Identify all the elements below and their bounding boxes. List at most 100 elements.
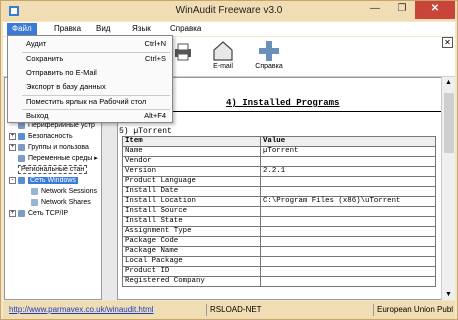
mdi-close-button[interactable]: ✕: [442, 37, 453, 48]
menu-item-audit[interactable]: Аудит Ctrl+N: [8, 37, 172, 51]
menu-item-label: Поместить ярлык на Рабочий стол: [26, 97, 147, 106]
cell-value: [260, 266, 436, 277]
menu-item-exit[interactable]: Выход Alt+F4: [8, 109, 172, 123]
help-label: Справка: [255, 63, 283, 70]
tree-item-label: Переменные среды: [28, 155, 93, 162]
close-button[interactable]: ✕: [415, 1, 455, 19]
table-row: Local Package: [122, 256, 436, 267]
status-bar: http://www.parmavex.co.uk/winaudit.html …: [3, 301, 455, 319]
minimize-button[interactable]: —: [362, 1, 388, 19]
table-row: Assignment Type: [122, 226, 436, 237]
cell-value: [260, 276, 436, 287]
menu-item-export-db[interactable]: Экспорт в базу данных: [8, 80, 172, 94]
cell-item: Install Date: [122, 186, 261, 197]
app-window: WinAudit Freeware v3.0 — ❐ ✕ Файл Правка…: [0, 0, 458, 320]
table-header-row: Item Value: [122, 136, 436, 147]
table-row: Install Location C:\Program Files (x86)\u…: [122, 196, 436, 207]
status-center: RSLOAD-NET: [206, 304, 262, 316]
table-row: Package Name: [122, 246, 436, 257]
expand-icon[interactable]: +: [9, 132, 16, 140]
shield-icon: [18, 132, 25, 140]
cell-item: Package Code: [122, 236, 261, 247]
plus-icon: [259, 41, 279, 61]
tree-item-label: Безопасность: [28, 133, 73, 140]
title-bar: WinAudit Freeware v3.0 — ❐ ✕: [1, 1, 457, 21]
email-button[interactable]: E-mail: [203, 39, 243, 75]
cell-value: C:\Program Files (x86)\uTorrent: [260, 196, 436, 207]
cell-value: [260, 246, 436, 257]
email-label: E-mail: [213, 63, 233, 70]
tree-item-label: Сеть TCP/IP: [28, 210, 69, 217]
menu-item-label: Выход: [26, 111, 49, 120]
menu-item-label: Аудит: [26, 39, 47, 48]
menu-item-label: Отправить по E-Mail: [26, 68, 97, 77]
expand-icon[interactable]: +: [9, 143, 16, 151]
cell-item: Product Language: [122, 176, 261, 187]
menu-item-label: Экспорт в базу данных: [26, 82, 106, 91]
menu-item-desktop-shortcut[interactable]: Поместить ярлык на Рабочий стол: [8, 95, 172, 109]
cell-item: Vendor: [122, 156, 261, 167]
maximize-button[interactable]: ❐: [389, 1, 415, 19]
cell-value: [260, 206, 436, 217]
cell-item: Install State: [122, 216, 261, 227]
table-row: Name µTorrent: [122, 146, 436, 157]
cell-item: Install Location: [122, 196, 261, 207]
users-icon: [18, 143, 25, 151]
network-icon: [18, 176, 25, 184]
cell-value: [260, 236, 436, 247]
table-row: Product ID: [122, 266, 436, 277]
table-row: Product Language: [122, 176, 436, 187]
scroll-up-icon[interactable]: ▲: [445, 79, 452, 86]
tree-item[interactable]: Network Sessions: [31, 186, 97, 197]
share-icon: [31, 198, 38, 206]
cell-value: µTorrent: [260, 146, 436, 157]
tcp-ip-icon: [18, 209, 25, 217]
menu-file[interactable]: Файл: [7, 23, 37, 35]
column-header-value: Value: [260, 136, 436, 147]
cell-item: Assignment Type: [122, 226, 261, 237]
tree-item[interactable]: Network Shares: [31, 197, 91, 208]
cell-item: Local Package: [122, 256, 261, 267]
tree-item[interactable]: Региональные стан: [9, 164, 88, 175]
tree-item[interactable]: + Группы и пользова: [9, 142, 89, 153]
cell-value: [260, 176, 436, 187]
file-menu-dropdown: Аудит Ctrl+N Сохранить Ctrl+S Отправить …: [7, 35, 173, 123]
collapse-icon[interactable]: -: [9, 176, 16, 184]
menu-item-label: Сохранить: [26, 54, 64, 63]
tree-item-label: Network Sessions: [41, 188, 98, 195]
submenu-arrow-icon: ▸: [94, 155, 98, 162]
tree-item[interactable]: + Безопасность: [9, 131, 73, 142]
home-mail-icon: [213, 41, 233, 61]
cell-item: Product ID: [122, 266, 261, 277]
menu-help[interactable]: Справка: [165, 23, 206, 35]
menu-language[interactable]: Язык: [127, 23, 156, 35]
menu-item-email[interactable]: Отправить по E-Mail: [8, 66, 172, 80]
menu-item-save[interactable]: Сохранить Ctrl+S: [8, 52, 172, 66]
menu-edit[interactable]: Правка: [49, 23, 86, 35]
expand-icon[interactable]: +: [9, 209, 16, 217]
table-row: Package Code: [122, 236, 436, 247]
help-button[interactable]: Справка: [249, 39, 289, 75]
scroll-down-icon[interactable]: ▼: [445, 291, 452, 298]
scroll-thumb[interactable]: [444, 93, 454, 153]
vertical-scrollbar[interactable]: ▲ ▼: [441, 77, 455, 300]
tree-item[interactable]: + Сеть TCP/IP: [9, 208, 68, 219]
tree-item-label: Группы и пользова: [28, 144, 89, 151]
cell-item: Version: [122, 166, 261, 177]
tree-item-selected[interactable]: - Сеть Windows: [9, 175, 78, 186]
status-license: European Union Publ: [373, 304, 453, 316]
cell-value: [260, 216, 436, 227]
cell-value: [260, 186, 436, 197]
menu-item-shortcut: Ctrl+S: [144, 54, 166, 63]
table-row: Vendor: [122, 156, 436, 167]
cell-item: Package Name: [122, 246, 261, 257]
menu-item-shortcut: Ctrl+N: [144, 39, 166, 48]
menu-view[interactable]: Вид: [91, 23, 115, 35]
table-row: Install Date: [122, 186, 436, 197]
menu-bar: Файл Правка Вид Язык Справка: [3, 22, 455, 36]
cell-item: Name: [122, 146, 261, 157]
table-row: Install State: [122, 216, 436, 227]
website-link[interactable]: http://www.parmavex.co.uk/winaudit.html: [9, 304, 154, 316]
tree-item[interactable]: Переменные среды ▸: [9, 153, 98, 164]
cell-value: [260, 156, 436, 167]
